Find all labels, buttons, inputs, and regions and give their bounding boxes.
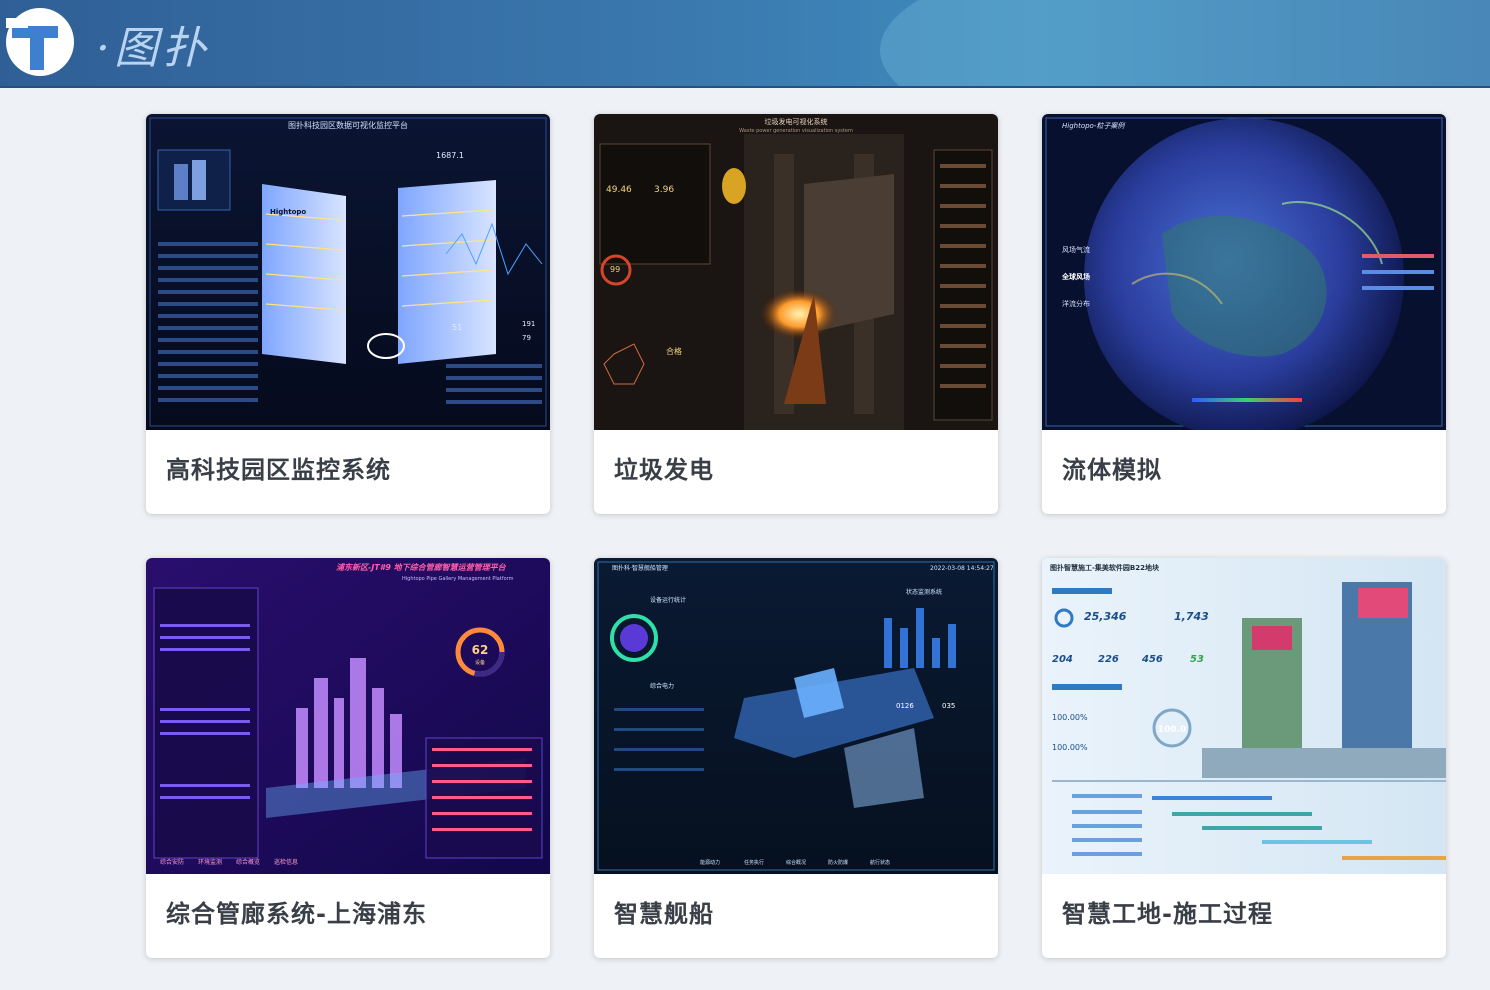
project-card-pipe-gallery[interactable]: 浦东新区-JT#9 地下综合管廊智慧运营管理平台 Hightopo Pipe G…: [146, 558, 550, 958]
thumb-gauge-label: 设备: [475, 659, 485, 666]
thumb-heading: 浦东新区-JT#9 地下综合管廊智慧运营管理平台: [336, 563, 507, 572]
smart-ship-preview: 图扑科·智慧舰船管理 2022-03-08 14:54:27 设备运行统计 状态…: [594, 558, 998, 874]
thumb-label-b: 全球风场: [1061, 272, 1090, 281]
project-grid: 图扑科技园区数据可视化监控平台 Hightopo 1687.1 51 191 7…: [146, 114, 1446, 958]
thumb-value-b: 191: [522, 320, 535, 328]
card-title[interactable]: 综合管廊系统-上海浦东: [166, 894, 427, 929]
thumb-tab: 能源动力: [700, 859, 720, 866]
project-card-smart-ship[interactable]: 图扑科·智慧舰船管理 2022-03-08 14:54:27 设备运行统计 状态…: [594, 558, 998, 958]
waste-power-preview: 垃圾发电可视化系统 Waste power generation visuali…: [594, 114, 998, 430]
thumb-tab: 综合概览: [236, 858, 260, 866]
thumb-label-a: 风场气流: [1062, 245, 1090, 254]
thumb-heading: Hightopo-粒子案例: [1062, 122, 1125, 130]
card-thumbnail[interactable]: 图扑科技园区数据可视化监控平台 Hightopo 1687.1 51 191 7…: [146, 114, 550, 430]
thumb-num-c: 456: [1141, 654, 1163, 665]
header-decoration: [880, 0, 1490, 88]
thumb-value-b: 035: [942, 702, 955, 710]
thumb-heading: 图扑科技园区数据可视化监控平台: [288, 120, 408, 130]
thumb-tab: 任务执行: [744, 859, 764, 866]
card-thumbnail[interactable]: 图扑智慧施工-集美软件园B22地块 25,346 1,743 204 226 4…: [1042, 558, 1446, 874]
thumb-label-c: 洋流分布: [1062, 299, 1090, 308]
thumb-value-a: 51: [452, 323, 462, 332]
smart-site-preview: 图扑智慧施工-集美软件园B22地块 25,346 1,743 204 226 4…: [1042, 558, 1446, 874]
thumb-tab: 航行状态: [870, 859, 890, 866]
thumb-pct-b: 100.00%: [1052, 743, 1088, 752]
card-thumbnail[interactable]: Hightopo-粒子案例 风场气流 全球风场 洋流分布: [1042, 114, 1446, 430]
thumb-stat-a: 25,346: [1084, 610, 1127, 623]
top-header: ·图扑: [0, 0, 1490, 88]
project-card-park-monitor[interactable]: 图扑科技园区数据可视化监控平台 Hightopo 1687.1 51 191 7…: [146, 114, 550, 514]
card-thumbnail[interactable]: 浦东新区-JT#9 地下综合管廊智慧运营管理平台 Hightopo Pipe G…: [146, 558, 550, 874]
thumb-pct-a: 100.00%: [1052, 713, 1088, 722]
thumb-heading: 图扑科·智慧舰船管理: [612, 564, 668, 572]
thumb-value-a: 0126: [896, 702, 914, 710]
park-monitor-preview: 图扑科技园区数据可视化监控平台 Hightopo 1687.1 51 191 7…: [146, 114, 550, 430]
thumb-gauge-value: 62: [472, 643, 489, 657]
thumb-subheading: Waste power generation visualization sys…: [739, 128, 853, 134]
card-title[interactable]: 垃圾发电: [614, 450, 714, 485]
thumb-panel-b: 状态监测系统: [906, 588, 942, 596]
thumb-tab: 综合概况: [786, 859, 806, 866]
project-card-waste-power[interactable]: 垃圾发电可视化系统 Waste power generation visuali…: [594, 114, 998, 514]
thumb-brand: Hightopo: [270, 208, 306, 216]
project-card-fluid-sim[interactable]: Hightopo-粒子案例 风场气流 全球风场 洋流分布 流体模拟: [1042, 114, 1446, 514]
thumb-num-b: 226: [1098, 654, 1119, 665]
thumb-stat-b: 1,743: [1174, 610, 1209, 623]
thumb-tab: 综合安防: [160, 858, 184, 866]
thumb-panel-a: 设备运行统计: [650, 596, 686, 604]
card-title[interactable]: 智慧工地-施工过程: [1062, 894, 1273, 929]
thumb-timestamp: 2022-03-08 14:54:27: [930, 565, 994, 572]
card-thumbnail[interactable]: 图扑科·智慧舰船管理 2022-03-08 14:54:27 设备运行统计 状态…: [594, 558, 998, 874]
thumb-status: 合格: [666, 346, 682, 356]
card-title[interactable]: 高科技园区监控系统: [166, 450, 391, 485]
thumb-center-value: 100.0: [1158, 725, 1186, 735]
card-title[interactable]: 流体模拟: [1062, 450, 1162, 485]
thumb-value-c: 79: [522, 334, 531, 342]
thumb-value-main: 1687.1: [436, 151, 464, 160]
thumb-tab: 巡检信息: [274, 858, 298, 866]
brand-logo[interactable]: ·图扑: [0, 4, 260, 80]
thumb-heading: 垃圾发电可视化系统: [765, 117, 828, 126]
header-divider: [0, 86, 1490, 88]
thumb-heading: 图扑智慧施工-集美软件园B22地块: [1050, 563, 1160, 572]
thumb-value-a: 49.46: [606, 185, 632, 195]
thumb-num-a: 204: [1052, 654, 1073, 665]
thumb-num-d: 53: [1190, 654, 1204, 665]
thumb-value-c: 99: [610, 265, 620, 274]
fluid-sim-preview: Hightopo-粒子案例 风场气流 全球风场 洋流分布: [1042, 114, 1446, 430]
thumb-value-b: 3.96: [654, 185, 674, 195]
thumb-tab: 防火防爆: [828, 859, 848, 866]
card-thumbnail[interactable]: 垃圾发电可视化系统 Waste power generation visuali…: [594, 114, 998, 430]
thumb-panel-c: 综合电力: [650, 682, 674, 690]
thumb-subheading: Hightopo Pipe Gallery Management Platfor…: [402, 576, 514, 582]
project-card-smart-site[interactable]: 图扑智慧施工-集美软件园B22地块 25,346 1,743 204 226 4…: [1042, 558, 1446, 958]
pipe-gallery-preview: 浦东新区-JT#9 地下综合管廊智慧运营管理平台 Hightopo Pipe G…: [146, 558, 550, 874]
card-title[interactable]: 智慧舰船: [614, 894, 714, 929]
brand-text: ·图扑: [96, 23, 210, 74]
thumb-tab: 环境监测: [198, 858, 222, 866]
